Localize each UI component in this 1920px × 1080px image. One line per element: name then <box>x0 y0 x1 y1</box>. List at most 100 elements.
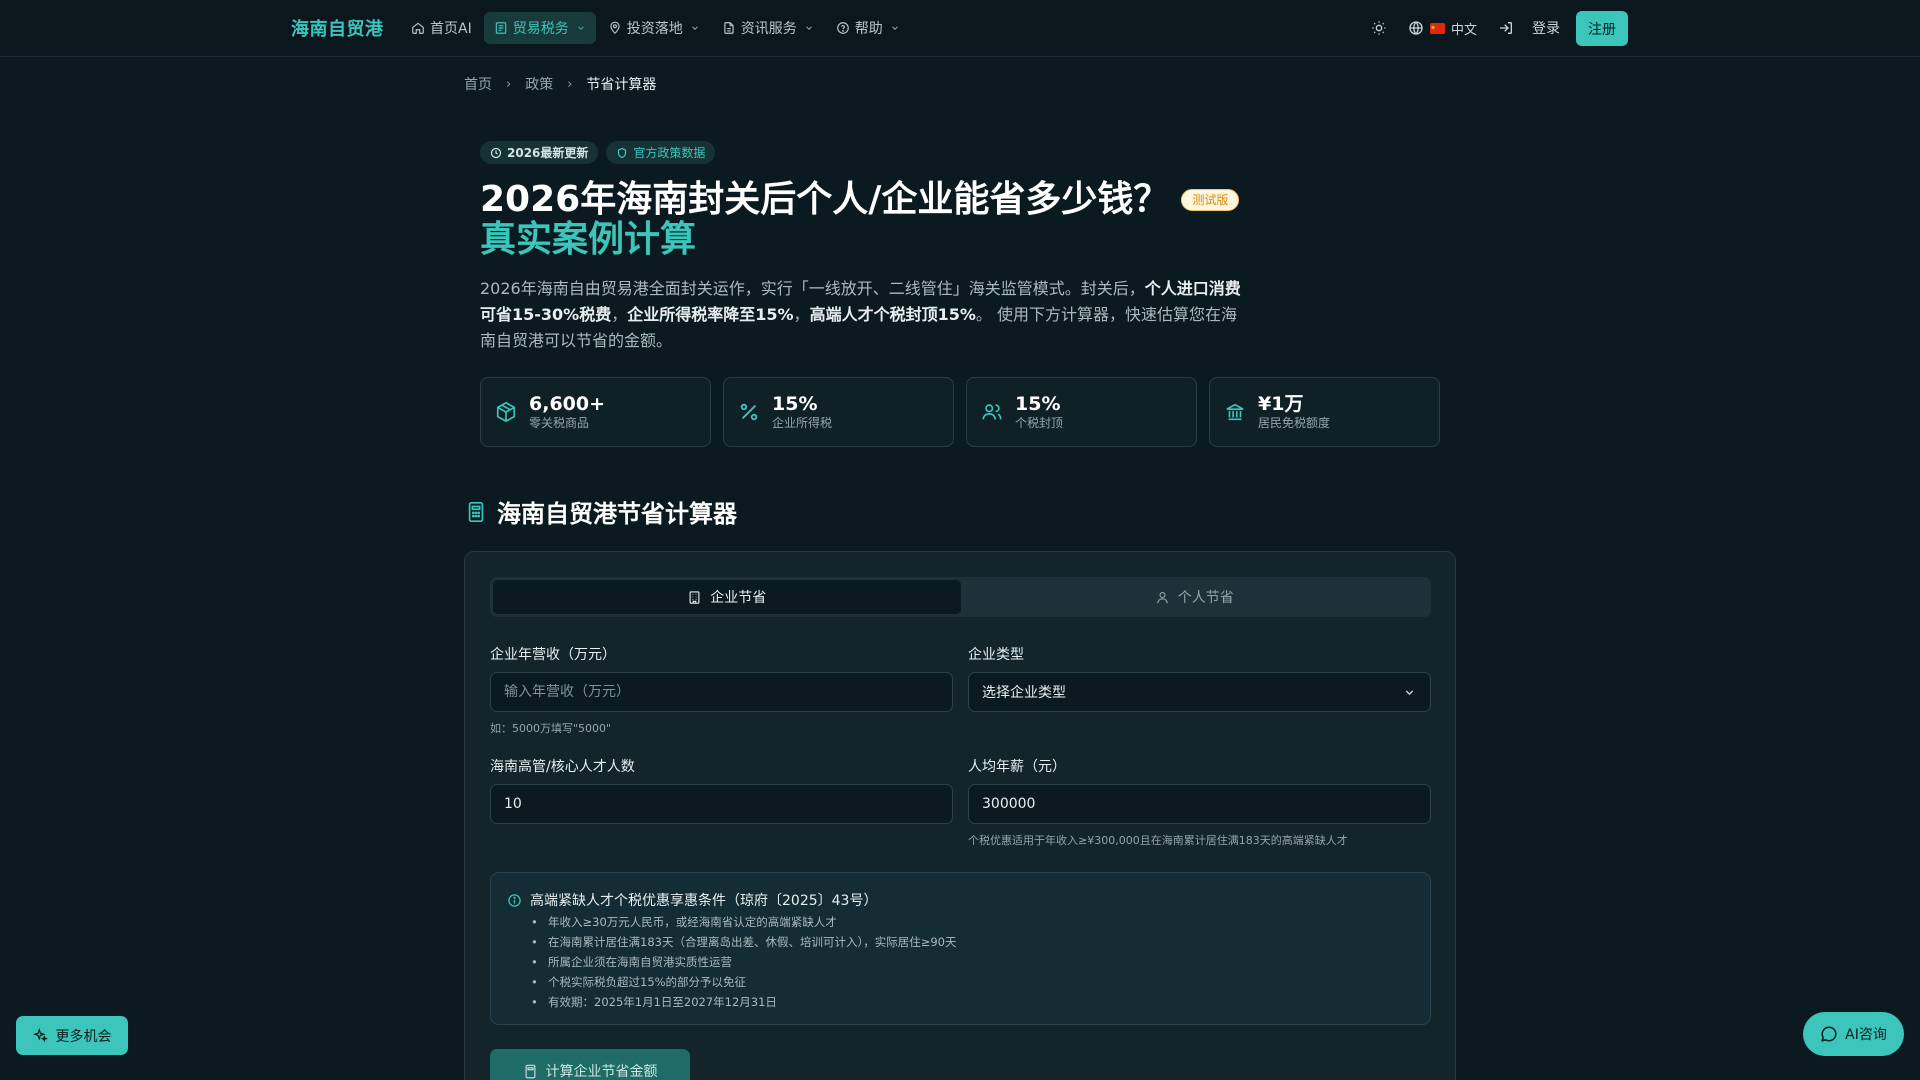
calculate-button-label: 计算企业节省金额 <box>545 1064 658 1080</box>
desc-text: ， <box>611 305 628 324</box>
stat-value: 15% <box>1015 393 1061 415</box>
brand-logo[interactable]: 海南自贸港 <box>291 15 384 41</box>
official-badge: 官方政策数据 <box>606 141 716 164</box>
talent-tax-info-box: 高端紧缺人才个税优惠享惠条件（琼府〔2025〕43号） 年收入≥30万元人民币，… <box>490 872 1431 1025</box>
main-nav: 首页AI 贸易税务 投资落地 资讯服务 帮助 <box>401 12 912 44</box>
nav-item-home[interactable]: 首页AI <box>401 12 482 44</box>
desc-text: 2026年海南自由贸易港全面封关运作，实行「一线放开、二线管住」海关监管模式。封… <box>480 279 1145 298</box>
chevron-down-icon <box>891 26 898 30</box>
company-type-label: 企业类型 <box>968 647 1024 663</box>
badge-label: 官方政策数据 <box>633 146 706 160</box>
salary-label: 人均年薪（元） <box>968 759 1066 775</box>
nav-item-trade-tax[interactable]: 贸易税务 <box>483 12 596 44</box>
beta-badge: 测试版 <box>1181 189 1240 211</box>
calculator-heading-text: 海南自贸港节省计算器 <box>497 500 737 528</box>
user-icon <box>1157 591 1168 603</box>
nav-item-investment[interactable]: 投资落地 <box>598 12 710 44</box>
login-button[interactable]: 登录 <box>1498 10 1560 46</box>
page-title-text: 2026年海南封关后个人/企业能省多少钱？ <box>480 179 1170 220</box>
list-item: 所属企业须在海南自贸港实质性运营 <box>531 952 956 972</box>
salary-field[interactable]: 300000 <box>968 784 1431 824</box>
revenue-field[interactable] <box>490 672 953 712</box>
more-opportunities-label: 更多机会 <box>55 1028 112 1045</box>
language-selector[interactable]: 中文 <box>1408 10 1477 46</box>
chevron-down-icon <box>805 26 812 30</box>
chevron-right-icon: › <box>567 76 573 92</box>
hero-badges: 2026最新更新 官方政策数据 <box>480 141 716 164</box>
stat-label: 零关税商品 <box>529 416 590 430</box>
desc-text: ， <box>793 305 810 324</box>
nav-item-label: 投资落地 <box>626 21 683 37</box>
percent-icon <box>740 403 758 421</box>
salary-value: 300000 <box>982 796 1036 812</box>
tab-label: 个人节省 <box>1177 590 1234 606</box>
chevron-right-icon: › <box>506 76 512 92</box>
sun-icon <box>1372 21 1386 35</box>
map-pin-icon <box>610 21 620 35</box>
building-icon <box>689 590 700 604</box>
desc-highlight: 企业所得税率降至15% <box>627 305 794 324</box>
calculate-button[interactable]: 计算企业节省金额 <box>490 1049 690 1080</box>
register-button[interactable]: 注册 <box>1576 11 1628 46</box>
chat-bubble-icon <box>1821 1026 1837 1042</box>
breadcrumb-policy[interactable]: 政策 <box>525 74 553 94</box>
login-label: 登录 <box>1532 21 1560 37</box>
bank-icon <box>1226 403 1244 421</box>
breadcrumb: 首页 › 政策 › 节省计算器 <box>464 74 656 94</box>
stat-label: 企业所得税 <box>772 416 833 430</box>
stat-value: 6,600+ <box>529 393 606 415</box>
chevron-down-icon <box>691 26 698 30</box>
revenue-input[interactable] <box>504 684 939 700</box>
globe-icon <box>1409 21 1423 35</box>
nav-item-help[interactable]: 帮助 <box>826 12 910 44</box>
more-opportunities-button[interactable]: 更多机会 <box>16 1016 128 1055</box>
file-text-icon <box>724 22 734 34</box>
stats-row: 6,600+ 零关税商品 15% 企业所得税 15% 个税封顶 ¥1万 居民免税… <box>480 377 1440 447</box>
stat-label: 个税封顶 <box>1015 416 1064 430</box>
nav-item-news[interactable]: 资讯服务 <box>712 12 824 44</box>
nav-item-label: 贸易税务 <box>512 21 569 37</box>
tab-personal[interactable]: 个人节省 <box>961 580 1429 614</box>
users-icon <box>982 404 1002 420</box>
talent-count-value: 10 <box>504 796 522 812</box>
page-subtitle: 真实案例计算 <box>480 219 697 260</box>
chevron-down-icon <box>577 26 584 30</box>
chevron-down-icon <box>1405 690 1414 696</box>
home-icon <box>412 22 424 34</box>
sparkles-icon <box>32 1028 48 1043</box>
breadcrumb-current: 节省计算器 <box>586 77 657 93</box>
talent-count-label: 海南高管/核心人才人数 <box>490 759 635 775</box>
tab-label: 企业节省 <box>710 590 767 606</box>
info-title: 高端紧缺人才个税优惠享惠条件（琼府〔2025〕43号） <box>507 890 877 910</box>
top-navbar: 海南自贸港 首页AI 贸易税务 投资落地 资讯服务 帮助 中文 登录 注册 <box>0 0 1920 57</box>
info-icon <box>508 893 521 907</box>
salary-hint: 个税优惠适用于年收入≥¥300,000且在海南累计居住满183天的高端紧缺人才 <box>968 834 1348 847</box>
shield-icon <box>618 147 627 158</box>
document-icon <box>495 22 506 34</box>
stat-card: 6,600+ 零关税商品 <box>480 377 711 447</box>
list-item: 年收入≥30万元人民币，或经海南省认定的高端紧缺人才 <box>531 912 956 932</box>
ai-consult-button[interactable]: AI咨询 <box>1803 1012 1904 1056</box>
talent-count-field[interactable]: 10 <box>490 784 953 824</box>
package-icon <box>496 401 516 423</box>
badge-label: 2026最新更新 <box>507 146 589 160</box>
desc-highlight: 高端人才个税封顶15% <box>809 305 976 324</box>
calculator-tabs: 企业节省 个人节省 <box>490 577 1431 617</box>
hero-description: 2026年海南自由贸易港全面封关运作，实行「一线放开、二线管住」海关监管模式。封… <box>480 276 1245 354</box>
stat-card: 15% 个税封顶 <box>966 377 1197 447</box>
help-circle-icon <box>836 22 849 34</box>
tab-enterprise[interactable]: 企业节省 <box>493 580 961 614</box>
revenue-label: 企业年营收（万元） <box>490 647 616 663</box>
login-icon <box>1500 22 1512 34</box>
company-type-select[interactable]: 选择企业类型 <box>968 672 1431 712</box>
breadcrumb-home[interactable]: 首页 <box>464 74 492 94</box>
list-item: 有效期：2025年1月1日至2027年12月31日 <box>531 992 956 1012</box>
nav-item-label: 帮助 <box>854 21 883 37</box>
theme-toggle-button[interactable] <box>1371 10 1387 46</box>
china-flag-icon <box>1430 22 1445 34</box>
calculator-icon <box>468 501 484 522</box>
stat-card: 15% 企业所得税 <box>723 377 954 447</box>
calculator-card: 企业节省 个人节省 企业年营收（万元） 如：5000万填写"5000" 企业类型… <box>464 551 1456 1080</box>
nav-item-label: 资讯服务 <box>740 21 797 37</box>
nav-item-label: 首页AI <box>430 21 472 37</box>
